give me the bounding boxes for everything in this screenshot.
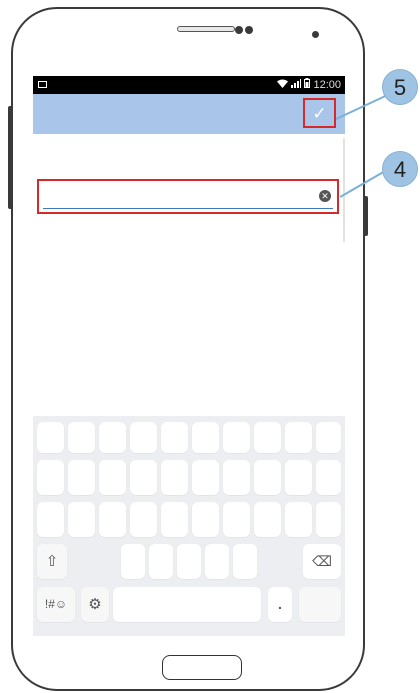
- key[interactable]: [68, 422, 95, 453]
- settings-key[interactable]: ⚙: [81, 587, 109, 622]
- key[interactable]: [192, 422, 219, 453]
- status-right: 12:00: [277, 78, 341, 91]
- text-input[interactable]: [45, 185, 315, 209]
- input-underline: [43, 207, 333, 209]
- backspace-key[interactable]: ⌫: [303, 544, 341, 579]
- key[interactable]: [130, 422, 157, 453]
- clear-icon[interactable]: ✕: [319, 190, 331, 202]
- key[interactable]: [121, 544, 145, 579]
- key[interactable]: [285, 422, 312, 453]
- key[interactable]: [192, 460, 219, 495]
- key[interactable]: [68, 502, 95, 537]
- callout-badge-4: 4: [382, 151, 418, 187]
- backspace-icon: ⌫: [312, 553, 332, 569]
- key[interactable]: [223, 502, 250, 537]
- key[interactable]: [223, 422, 250, 453]
- key[interactable]: [149, 544, 173, 579]
- enter-key[interactable]: [299, 587, 341, 622]
- key[interactable]: [130, 460, 157, 495]
- speaker-grille: [177, 26, 235, 32]
- key[interactable]: [99, 422, 126, 453]
- key[interactable]: [161, 460, 188, 495]
- period-label: .: [278, 596, 282, 612]
- key[interactable]: [161, 502, 188, 537]
- gear-icon: ⚙: [88, 596, 102, 613]
- key[interactable]: [223, 460, 250, 495]
- key[interactable]: [37, 502, 64, 537]
- key[interactable]: [68, 460, 95, 495]
- key[interactable]: [285, 460, 312, 495]
- sensor-dot: [245, 26, 253, 34]
- battery-icon: [304, 78, 311, 91]
- check-icon: ✓: [312, 104, 327, 123]
- app-bar: ✓: [33, 94, 345, 134]
- key[interactable]: [161, 422, 188, 453]
- symbols-key[interactable]: !#☺: [37, 587, 75, 622]
- shift-icon: ⇧: [45, 553, 59, 570]
- key[interactable]: [254, 502, 281, 537]
- callout-badge-5: 5: [382, 69, 418, 105]
- key[interactable]: [99, 460, 126, 495]
- key[interactable]: [37, 460, 64, 495]
- wifi-icon: [277, 79, 289, 91]
- key[interactable]: [254, 422, 281, 453]
- key[interactable]: [316, 422, 341, 453]
- screen: 12:00 ✓ ✕ ⇧ ⌫ !#☺ ⚙ .: [33, 76, 345, 642]
- key[interactable]: [192, 502, 219, 537]
- key[interactable]: [99, 502, 126, 537]
- key[interactable]: [316, 502, 341, 537]
- shift-key[interactable]: ⇧: [37, 544, 67, 579]
- key[interactable]: [254, 460, 281, 495]
- period-key[interactable]: .: [268, 587, 292, 622]
- scrollbar[interactable]: [343, 138, 345, 242]
- sensor-dot: [235, 26, 243, 34]
- confirm-button[interactable]: ✓: [303, 98, 336, 128]
- signal-icon: [291, 78, 302, 91]
- key[interactable]: [130, 502, 157, 537]
- status-bar: 12:00: [33, 76, 345, 94]
- key[interactable]: [177, 544, 201, 579]
- space-key[interactable]: [113, 587, 261, 622]
- front-camera: [312, 31, 319, 38]
- key[interactable]: [37, 422, 64, 453]
- key[interactable]: [285, 502, 312, 537]
- text-field[interactable]: ✕: [37, 179, 339, 214]
- key[interactable]: [316, 460, 341, 495]
- key[interactable]: [205, 544, 229, 579]
- key[interactable]: [233, 544, 257, 579]
- keyboard: ⇧ ⌫ !#☺ ⚙ .: [33, 416, 345, 636]
- symbols-label: !#☺: [44, 597, 68, 611]
- image-icon: [38, 81, 47, 88]
- clock: 12:00: [313, 78, 341, 91]
- home-button[interactable]: [162, 655, 242, 680]
